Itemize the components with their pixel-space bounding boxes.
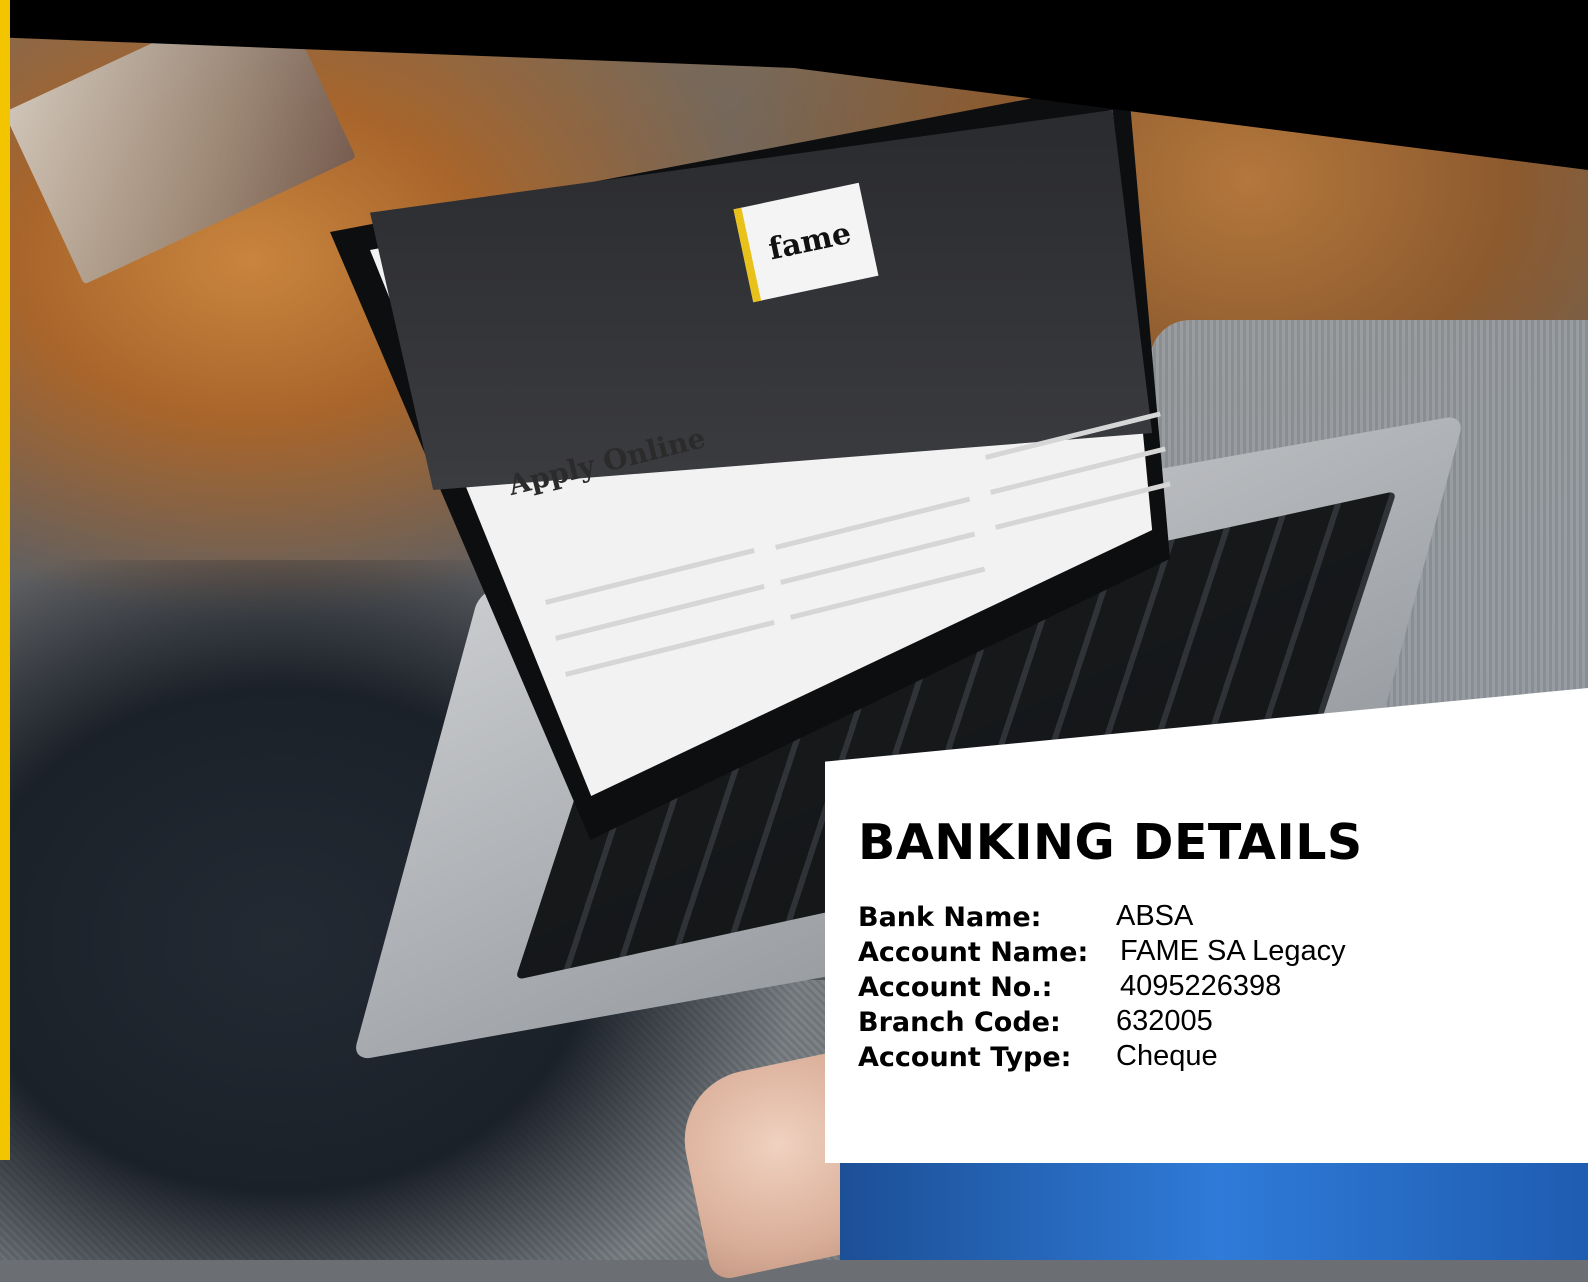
banking-details-title: BANKING DETAILS bbox=[858, 814, 1363, 871]
account-type-label: Account Type: bbox=[858, 1042, 1072, 1073]
bank-name-value: ABSA bbox=[1116, 900, 1194, 932]
branch-code-row: Branch Code: 632005 bbox=[858, 1005, 1213, 1038]
yellow-edge-stripe bbox=[0, 0, 10, 1160]
bank-name-row: Bank Name: ABSA bbox=[858, 900, 1193, 933]
account-no-value: 4095226398 bbox=[1120, 970, 1282, 1002]
account-type-value: Cheque bbox=[1116, 1040, 1218, 1072]
bank-name-label: Bank Name: bbox=[858, 902, 1042, 933]
account-name-value: FAME SA Legacy bbox=[1120, 935, 1346, 967]
blue-cloth bbox=[840, 1160, 1588, 1260]
account-type-row: Account Type: Cheque bbox=[858, 1040, 1218, 1073]
account-no-label: Account No.: bbox=[858, 972, 1053, 1003]
branch-code-value: 632005 bbox=[1116, 1005, 1213, 1037]
account-name-label: Account Name: bbox=[858, 937, 1089, 968]
account-name-row: Account Name: FAME SA Legacy bbox=[858, 935, 1346, 968]
logo-text: fame bbox=[765, 215, 855, 268]
branch-code-label: Branch Code: bbox=[858, 1007, 1061, 1038]
account-no-row: Account No.: 4095226398 bbox=[858, 970, 1281, 1003]
